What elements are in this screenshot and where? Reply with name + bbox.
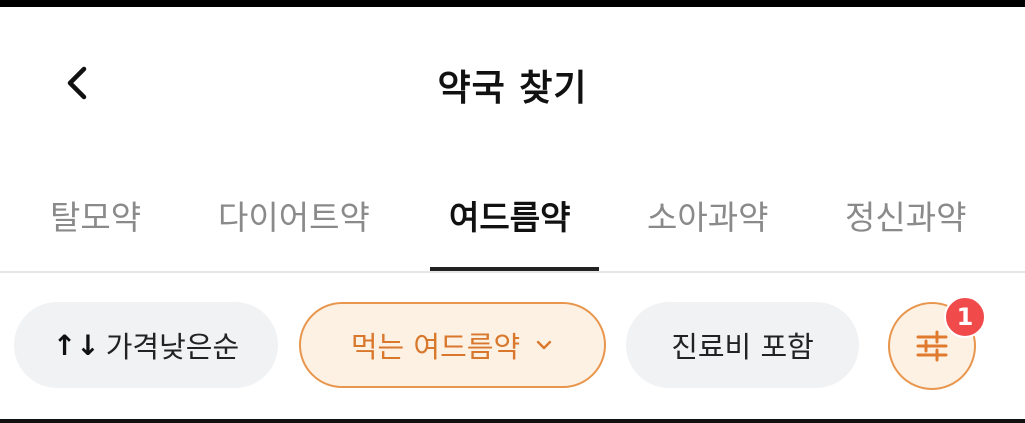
fee-included-chip[interactable]: 진료비 포함 bbox=[626, 302, 859, 388]
status-bar-edge bbox=[0, 0, 1025, 7]
bottom-edge bbox=[0, 419, 1025, 423]
header: 약국 찾기 bbox=[0, 7, 1025, 157]
tab-psychiatry[interactable]: 정신과약 bbox=[845, 191, 966, 239]
sort-chip[interactable]: ↑↓ 가격낮은순 bbox=[14, 302, 278, 388]
sort-label: 가격낮은순 bbox=[105, 330, 240, 364]
tab-pediatrics[interactable]: 소아과약 bbox=[647, 191, 768, 239]
filter-bar: ↑↓ 가격낮은순 먹는 여드름약 진료비 포함 bbox=[0, 300, 1025, 392]
active-tab-indicator bbox=[430, 267, 599, 271]
sort-arrows-icon: ↑↓ bbox=[52, 328, 100, 362]
sliders-icon bbox=[916, 330, 948, 362]
filter-count-badge: 1 bbox=[944, 296, 986, 338]
page-title: 약국 찾기 bbox=[437, 68, 588, 109]
category-filter-label: 먹는 여드름약 bbox=[350, 330, 521, 364]
category-filter-chip[interactable]: 먹는 여드름약 bbox=[299, 302, 606, 388]
category-tabs: 탈모약 다이어트약 여드름약 소아과약 정신과약 bbox=[0, 157, 1025, 273]
tab-diet[interactable]: 다이어트약 bbox=[218, 191, 370, 239]
tab-acne[interactable]: 여드름약 bbox=[449, 191, 570, 239]
tab-hair-loss[interactable]: 탈모약 bbox=[50, 191, 141, 239]
fee-included-label: 진료비 포함 bbox=[671, 330, 814, 364]
chevron-down-icon bbox=[536, 340, 552, 350]
